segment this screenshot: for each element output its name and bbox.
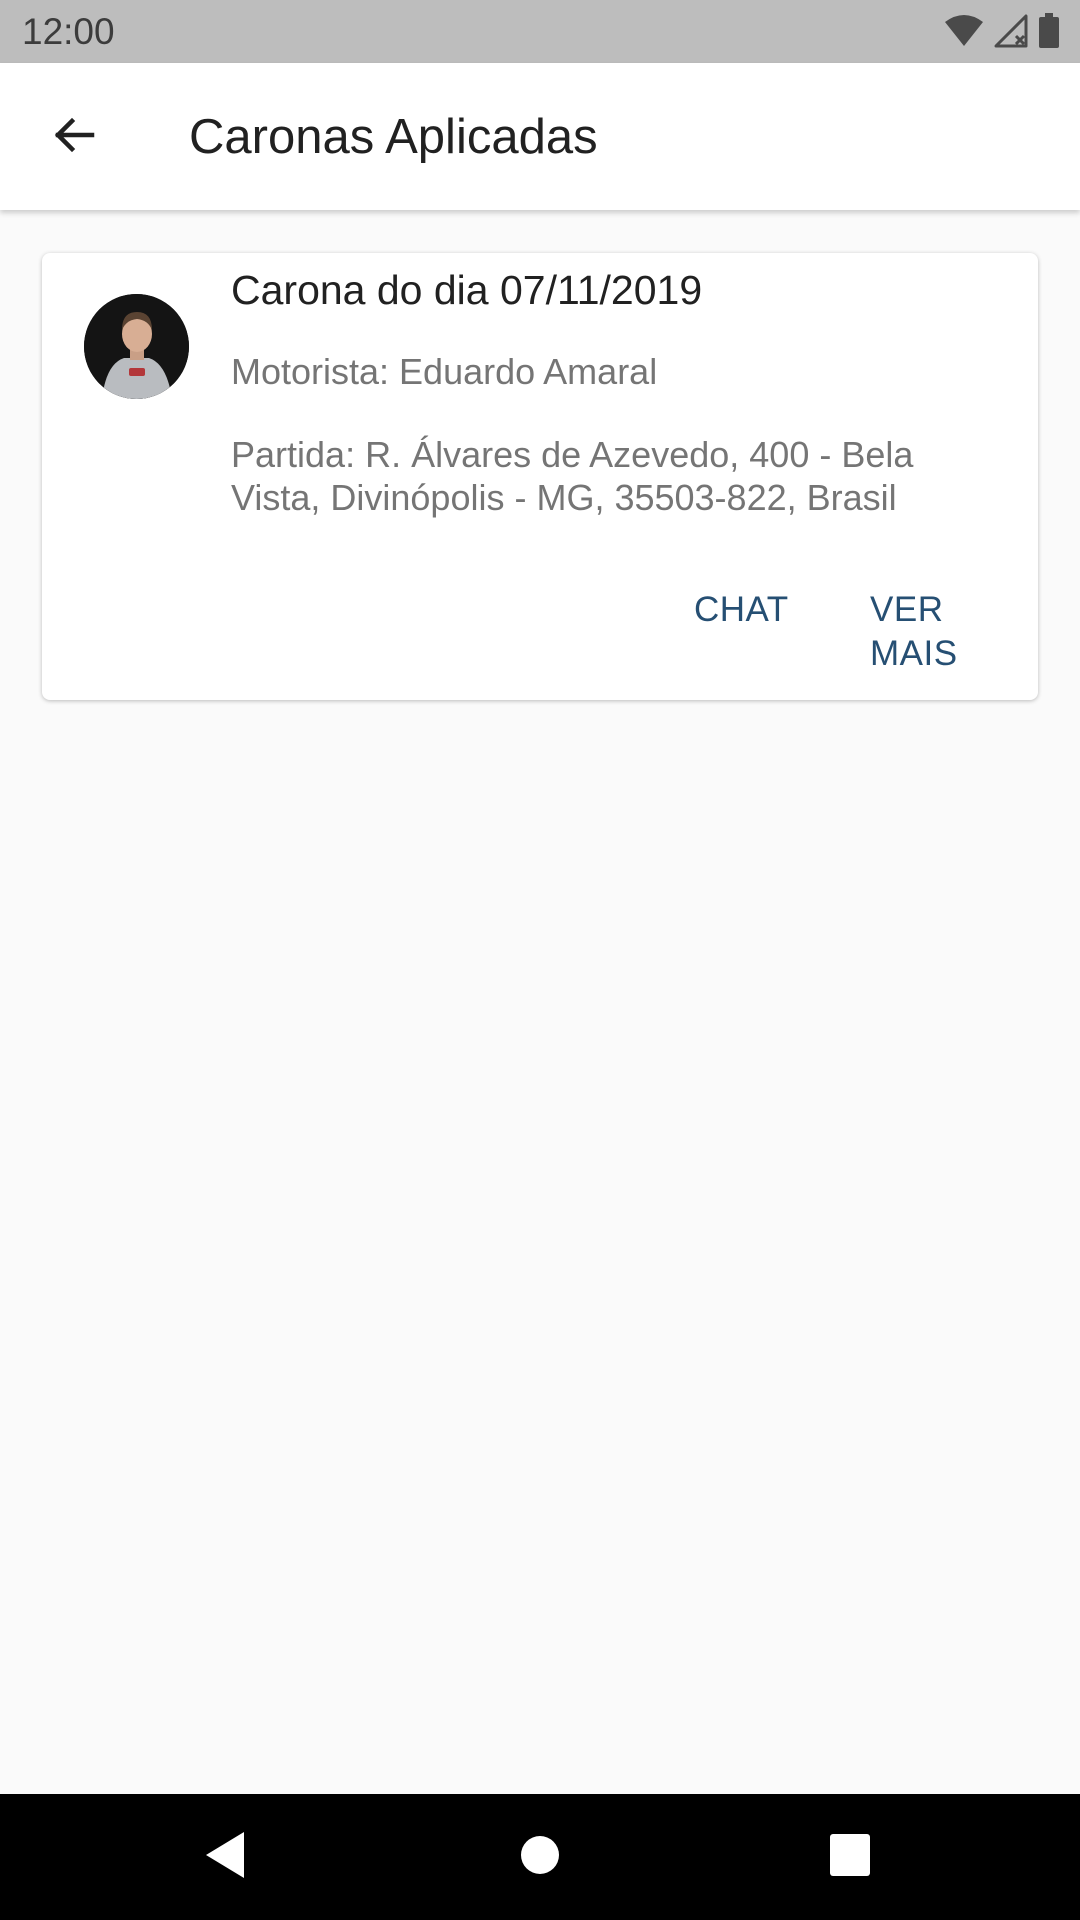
nav-recents-button[interactable]	[817, 1824, 883, 1890]
arrow-back-icon	[50, 111, 98, 164]
nav-recents-icon	[830, 1833, 870, 1881]
nav-home-icon	[520, 1835, 560, 1880]
ride-card[interactable]: Carona do dia 07/11/2019 Motorista: Edua…	[42, 253, 1038, 700]
see-more-button[interactable]: VER MAIS	[858, 580, 1038, 684]
battery-icon	[1038, 13, 1060, 49]
ride-driver: Motorista: Eduardo Amaral	[231, 351, 658, 392]
status-bar: 12:00	[0, 0, 1080, 63]
driver-avatar	[84, 294, 189, 399]
signal-icon	[994, 14, 1028, 48]
chat-button[interactable]: CHAT	[682, 580, 801, 640]
status-time: 12:00	[22, 11, 115, 52]
ride-departure: Partida: R. Álvares de Azevedo, 400 - Be…	[231, 434, 914, 518]
status-icons	[944, 12, 1060, 50]
nav-home-button[interactable]	[507, 1824, 573, 1890]
back-button[interactable]	[36, 99, 112, 175]
ride-title: Carona do dia 07/11/2019	[231, 267, 703, 313]
wifi-icon	[944, 14, 984, 48]
nav-back-button[interactable]	[192, 1824, 258, 1890]
page-title: Caronas Aplicadas	[189, 110, 598, 164]
app-bar: Caronas Aplicadas	[0, 63, 1080, 210]
navigation-bar	[0, 1794, 1080, 1920]
nav-back-icon	[202, 1830, 248, 1885]
